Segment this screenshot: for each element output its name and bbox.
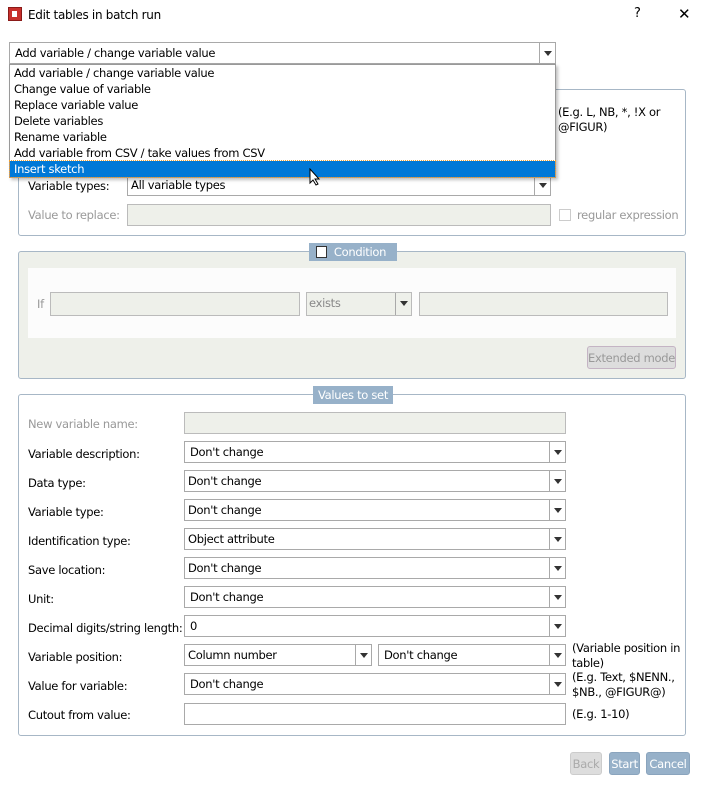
- data-type-value: Don't change: [188, 474, 262, 488]
- start-button[interactable]: Start: [609, 752, 640, 775]
- action-option[interactable]: Add variable / change variable value: [10, 65, 555, 81]
- action-combo-value: Add variable / change variable value: [15, 46, 216, 60]
- save-location-combo[interactable]: Don't change: [184, 557, 566, 579]
- chevron-down-icon[interactable]: [534, 175, 550, 195]
- if-label: If: [37, 297, 44, 311]
- action-option[interactable]: Change value of variable: [10, 81, 555, 97]
- identification-type-combo[interactable]: Object attribute: [184, 528, 566, 550]
- action-dropdown-list[interactable]: Add variable / change variable value Cha…: [9, 64, 556, 178]
- action-option-selected[interactable]: Insert sketch: [9, 160, 556, 178]
- chevron-down-icon[interactable]: [549, 471, 565, 491]
- variable-types-label: Variable types:: [28, 179, 110, 193]
- action-option[interactable]: Delete variables: [10, 113, 555, 129]
- variable-position-mode-value: Column number: [188, 648, 277, 662]
- chevron-down-icon[interactable]: [549, 442, 565, 462]
- variable-type-value: Don't change: [188, 503, 262, 517]
- extended-mode-button[interactable]: Extended mode: [587, 346, 676, 369]
- value-for-variable-label: Value for variable:: [28, 679, 128, 693]
- new-variable-name-input[interactable]: [184, 412, 566, 434]
- regex-checkbox[interactable]: [559, 209, 571, 221]
- variable-types-value: All variable types: [131, 178, 226, 192]
- value-to-replace-label: Value to replace:: [28, 208, 120, 222]
- variable-position-note: (Variable position in table): [572, 641, 681, 669]
- close-button[interactable]: ✕: [678, 5, 691, 23]
- condition-title: Condition: [333, 245, 387, 259]
- back-button[interactable]: Back: [570, 752, 602, 775]
- variable-position-label: Variable position:: [28, 650, 123, 664]
- chevron-down-icon[interactable]: [549, 529, 565, 549]
- condition-operator-value: exists: [309, 296, 341, 310]
- chevron-down-icon[interactable]: [549, 616, 565, 636]
- decimal-digits-value: 0: [190, 619, 198, 633]
- cutout-input[interactable]: [184, 703, 566, 725]
- filter-note: (E.g. L, NB, *, !X or @FIGUR): [558, 105, 661, 134]
- chevron-down-icon[interactable]: [549, 674, 565, 694]
- action-option[interactable]: Rename variable: [10, 129, 555, 145]
- value-to-replace-input[interactable]: [127, 204, 551, 226]
- condition-value-input[interactable]: [419, 292, 668, 316]
- mouse-cursor-icon: [309, 168, 321, 186]
- variable-position-mode-combo[interactable]: Column number: [184, 644, 372, 666]
- action-option[interactable]: Replace variable value: [10, 97, 555, 113]
- data-type-combo[interactable]: Don't change: [184, 470, 566, 492]
- unit-value: Don't change: [190, 590, 264, 604]
- condition-header[interactable]: Condition: [309, 243, 397, 261]
- value-for-variable-value: Don't change: [190, 677, 264, 691]
- save-location-label: Save location:: [28, 563, 106, 577]
- unit-label: Unit:: [28, 592, 54, 606]
- chevron-down-icon[interactable]: [395, 293, 411, 315]
- chevron-down-icon[interactable]: [355, 645, 371, 665]
- app-icon: [8, 7, 22, 21]
- cancel-button[interactable]: Cancel: [646, 752, 690, 775]
- variable-description-label: Variable description:: [28, 447, 140, 461]
- variable-type-label: Variable type:: [28, 505, 104, 519]
- chevron-down-icon[interactable]: [549, 645, 565, 665]
- cutout-label: Cutout from value:: [28, 708, 131, 722]
- chevron-down-icon[interactable]: [549, 587, 565, 607]
- decimal-digits-combo[interactable]: 0: [184, 615, 566, 637]
- values-header: Values to set: [313, 386, 393, 404]
- action-option[interactable]: Add variable from CSV / take values from…: [10, 145, 555, 161]
- identification-type-value: Object attribute: [188, 532, 275, 546]
- regex-label: regular expression: [577, 208, 679, 222]
- condition-operator-combo[interactable]: exists: [306, 292, 412, 316]
- value-for-variable-combo[interactable]: Don't change: [184, 673, 566, 695]
- cutout-note: (E.g. 1-10): [572, 707, 630, 721]
- decimal-digits-label: Decimal digits/string length:: [28, 621, 183, 635]
- chevron-down-icon[interactable]: [549, 558, 565, 578]
- condition-variable-input[interactable]: [50, 292, 300, 316]
- variable-description-combo[interactable]: Don't change: [184, 441, 566, 463]
- unit-combo[interactable]: Don't change: [184, 586, 566, 608]
- chevron-down-icon[interactable]: [539, 43, 555, 63]
- value-for-variable-note: (E.g. Text, $NENN., $NB., @FIGUR@): [572, 670, 675, 698]
- identification-type-label: Identification type:: [28, 534, 131, 548]
- window-title: Edit tables in batch run: [28, 8, 161, 22]
- new-variable-name-label: New variable name:: [28, 417, 138, 431]
- help-button[interactable]: ?: [634, 6, 641, 21]
- condition-checkbox[interactable]: [316, 246, 327, 258]
- variable-description-value: Don't change: [190, 445, 264, 459]
- data-type-label: Data type:: [28, 476, 86, 490]
- variable-type-combo[interactable]: Don't change: [184, 499, 566, 521]
- variable-position-value-combo[interactable]: Don't change: [378, 644, 566, 666]
- save-location-value: Don't change: [188, 561, 262, 575]
- action-combo[interactable]: Add variable / change variable value: [9, 42, 556, 64]
- variable-position-value: Don't change: [384, 648, 458, 662]
- chevron-down-icon[interactable]: [549, 500, 565, 520]
